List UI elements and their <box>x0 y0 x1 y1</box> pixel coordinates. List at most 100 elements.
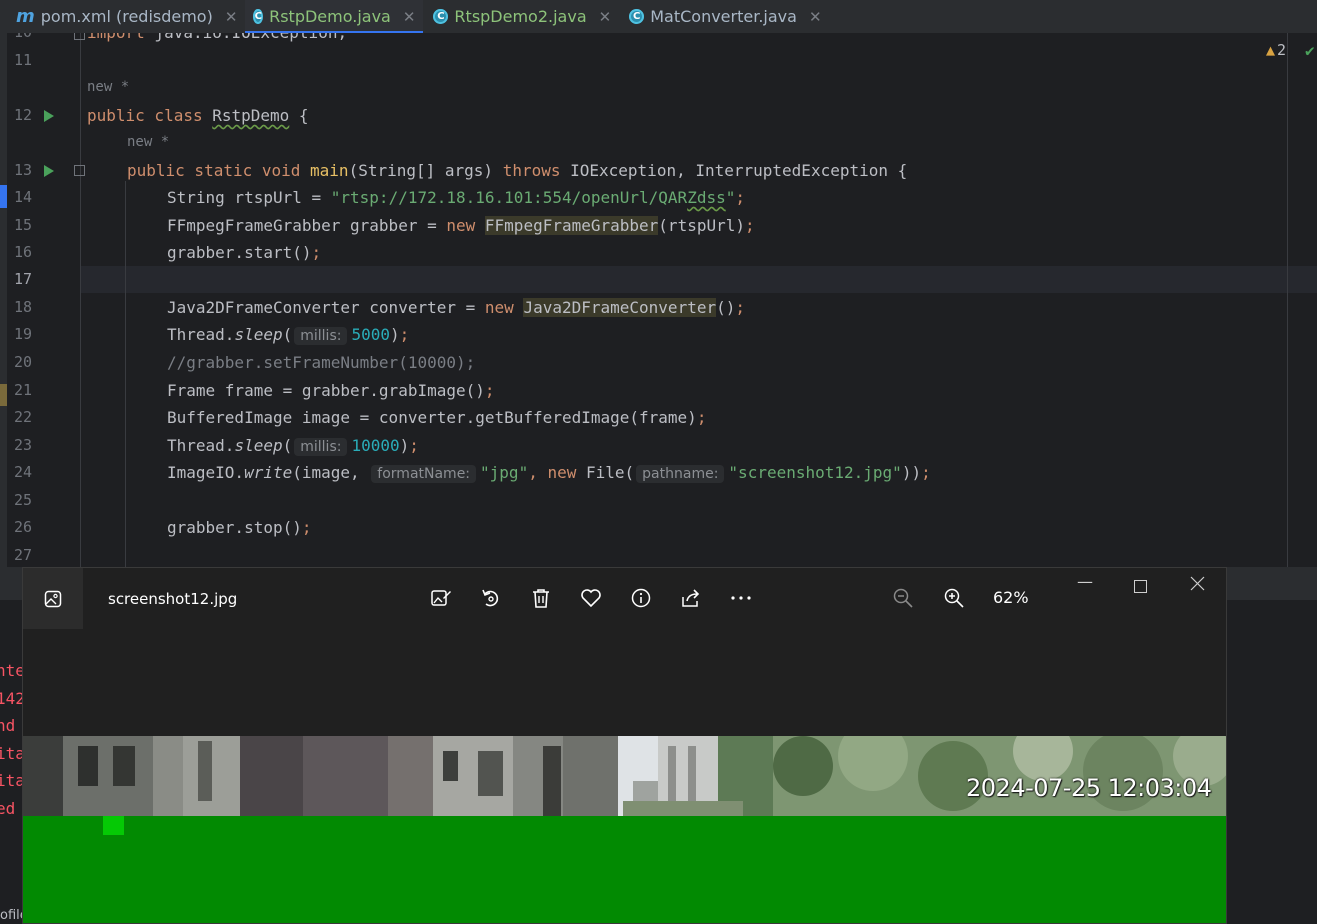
maven-icon: m <box>16 6 35 27</box>
rotate-icon[interactable] <box>479 586 503 610</box>
line-number: 12 <box>13 106 32 124</box>
java-class-icon: C <box>433 9 449 24</box>
code-line: 20 //grabber.setFrameNumber(10000); <box>0 349 1287 376</box>
fold-marker-icon[interactable] <box>74 33 85 40</box>
run-icon[interactable] <box>44 165 54 177</box>
code-editor[interactable]: ▲2 ✔ 10 import java.io.IOException; 11 n… <box>0 33 1317 567</box>
code-text: BufferedImage image = converter.getBuffe… <box>167 408 707 427</box>
corrupted-green-region <box>23 816 1226 923</box>
close-icon[interactable]: ✕ <box>599 8 612 26</box>
code-line: 24 ImageIO.write(image, formatName: "jpg"… <box>0 459 1287 486</box>
code-text: Thread.sleep(millis: 10000); <box>167 436 419 456</box>
console-line: nd <box>0 716 16 735</box>
author-inlay-hint[interactable]: new * <box>87 74 129 101</box>
code-text: String rtspUrl = "rtsp://172.18.16.101:5… <box>167 188 745 207</box>
line-number: 27 <box>13 546 32 564</box>
close-icon[interactable]: ✕ <box>403 8 416 26</box>
code-line: 21 Frame frame = grabber.grabImage(); <box>0 377 1287 404</box>
line-number: 14 <box>13 188 32 206</box>
photos-app-icon[interactable] <box>23 568 83 629</box>
code-text: Thread.sleep(millis: 5000); <box>167 325 410 345</box>
zoom-level[interactable]: 62% <box>993 588 1029 607</box>
maximize-icon[interactable] <box>1134 578 1147 597</box>
line-number: 18 <box>13 298 32 316</box>
code-line: 12 public class RstpDemo { <box>0 102 1287 129</box>
code-text: grabber.stop(); <box>167 518 312 537</box>
console-line: ed <box>0 799 16 818</box>
line-number: 22 <box>13 408 32 426</box>
code-text: FFmpegFrameGrabber grabber = new FFmpegF… <box>167 216 755 235</box>
code-line: 27 <box>0 542 1287 567</box>
code-text: import java.io.IOException; <box>87 33 347 46</box>
tab-matconverter-java[interactable]: C MatConverter.java ✕ <box>619 0 829 33</box>
line-number: 25 <box>13 491 32 509</box>
run-icon[interactable] <box>44 110 54 122</box>
zoom-in-icon[interactable] <box>942 586 966 610</box>
favorite-heart-icon[interactable] <box>579 586 603 610</box>
java-class-icon: C <box>629 9 645 24</box>
code-text: grabber.start(); <box>167 243 322 262</box>
tab-label: RstpDemo.java <box>269 7 391 26</box>
photo-viewer-window[interactable]: screenshot12.jpg 62% — 2024-07-25 12:03:… <box>22 567 1227 924</box>
parameter-hint: millis: <box>294 327 348 345</box>
line-number: 16 <box>13 243 32 261</box>
close-icon[interactable]: ✕ <box>225 8 238 26</box>
java-class-icon: C <box>253 9 264 24</box>
code-line: 15 FFmpegFrameGrabber grabber = new FFmp… <box>0 212 1287 239</box>
line-number: 24 <box>13 463 32 481</box>
line-number: 15 <box>13 216 32 234</box>
line-number: 21 <box>13 381 32 399</box>
parameter-hint: pathname: <box>636 465 725 483</box>
info-icon[interactable] <box>629 586 653 610</box>
code-line: 11 <box>0 47 1287 74</box>
code-line: 25 <box>0 487 1287 514</box>
code-text: Java2DFrameConverter converter = new Jav… <box>167 298 745 317</box>
edit-image-icon[interactable] <box>429 586 453 610</box>
zoom-out-icon[interactable] <box>891 586 915 610</box>
tab-label: MatConverter.java <box>650 7 797 26</box>
code-line: 22 BufferedImage image = converter.getBu… <box>0 404 1287 431</box>
code-line: 19 Thread.sleep(millis: 5000); <box>0 321 1287 348</box>
tab-pom-xml[interactable]: m pom.xml (redisdemo) ✕ <box>0 0 245 33</box>
code-line: 23 Thread.sleep(millis: 10000); <box>0 432 1287 459</box>
more-options-icon[interactable] <box>729 586 753 610</box>
editor-tab-bar: m pom.xml (redisdemo) ✕ C RstpDemo.java … <box>0 0 1317 34</box>
line-number: 23 <box>13 436 32 454</box>
file-name: screenshot12.jpg <box>108 590 238 608</box>
tab-label: pom.xml (redisdemo) <box>40 7 213 26</box>
code-text: public static void main(String[] args) t… <box>127 161 908 180</box>
displayed-photo: 2024-07-25 12:03:04 <box>23 736 1226 923</box>
close-icon[interactable] <box>1190 576 1205 595</box>
code-comment: //grabber.setFrameNumber(10000); <box>167 353 476 372</box>
delete-icon[interactable] <box>529 586 553 610</box>
image-canvas[interactable]: 2024-07-25 12:03:04 <box>23 629 1226 923</box>
tab-rtspdemo2-java[interactable]: C RtspDemo2.java ✕ <box>423 0 619 33</box>
parameter-hint: formatName: <box>371 465 477 483</box>
camera-timestamp: 2024-07-25 12:03:04 <box>966 774 1212 802</box>
tab-rstpdemo-java[interactable]: C RstpDemo.java ✕ <box>245 0 424 34</box>
line-number: 19 <box>13 325 32 343</box>
code-line: 16 grabber.start(); <box>0 239 1287 266</box>
code-line: 10 import java.io.IOException; <box>0 33 1287 46</box>
line-number: 10 <box>0 33 32 46</box>
parameter-hint: millis: <box>294 438 348 456</box>
line-number: 17 <box>13 270 32 288</box>
minimize-icon[interactable]: — <box>1077 572 1093 591</box>
line-number: 20 <box>13 353 32 371</box>
fold-marker-icon[interactable] <box>74 165 85 176</box>
share-icon[interactable] <box>679 586 703 610</box>
close-icon[interactable]: ✕ <box>809 8 822 26</box>
line-number: 13 <box>13 161 32 179</box>
code-text: ImageIO.write(image, formatName: "jpg", n… <box>167 463 931 483</box>
code-text: public class RstpDemo { <box>87 106 309 125</box>
right-margin-separator <box>1287 33 1288 567</box>
code-line: 17 <box>0 266 1287 293</box>
code-line: 18 Java2DFrameConverter converter = new … <box>0 294 1287 321</box>
code-text: Frame frame = grabber.grabImage(); <box>167 381 495 400</box>
code-line: 14 String rtspUrl = "rtsp://172.18.16.10… <box>0 184 1287 211</box>
author-inlay-hint[interactable]: new * <box>127 129 169 156</box>
green-artifact-block <box>103 816 124 835</box>
code-line: 13 public static void main(String[] args… <box>0 157 1287 184</box>
checkmark-icon[interactable]: ✔ <box>1305 41 1315 60</box>
viewer-title-bar: screenshot12.jpg 62% — <box>23 568 1226 629</box>
